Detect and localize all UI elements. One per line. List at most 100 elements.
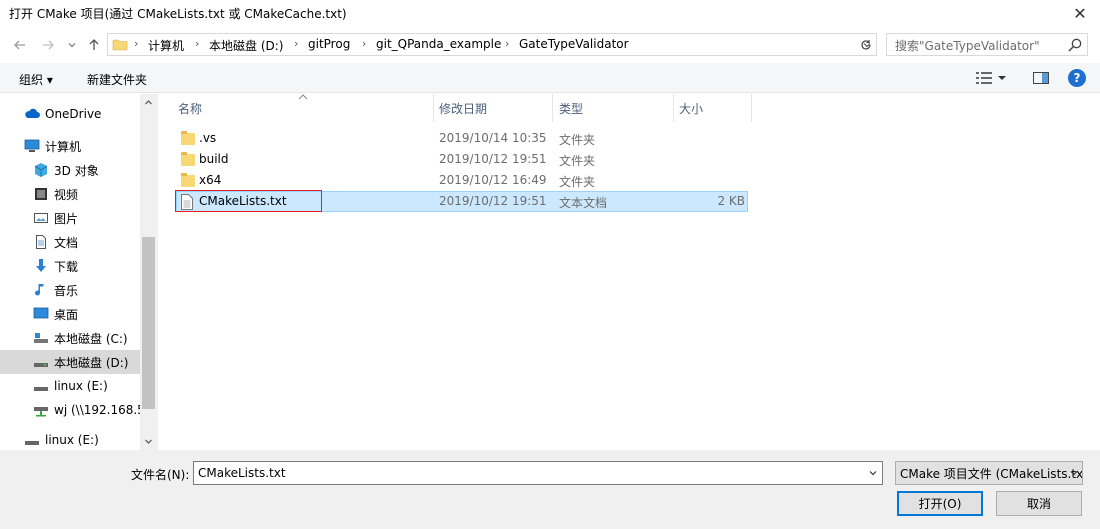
breadcrumb-separator[interactable]: ›	[362, 37, 366, 50]
refresh-button[interactable]	[856, 33, 877, 56]
file-row-x64[interactable]: x64 2019/10/12 16:49 文件夹	[176, 170, 748, 191]
nav-item-label: 3D 对象	[54, 163, 99, 178]
nav-item-music[interactable]: 音乐	[0, 278, 140, 302]
up-button[interactable]	[84, 30, 104, 60]
breadcrumb-gitprog[interactable]: gitProg	[308, 37, 350, 51]
nav-item-drive-c[interactable]: 本地磁盘 (C:)	[0, 326, 140, 350]
nav-item-label: 图片	[54, 211, 79, 226]
breadcrumb-separator[interactable]: ›	[505, 37, 509, 50]
filetype-select[interactable]: CMake 项目文件 (CMakeLists.txt)	[895, 461, 1083, 485]
breadcrumb-separator[interactable]: ›	[134, 37, 138, 50]
nav-item-linux-e[interactable]: linux (E:)	[0, 374, 140, 398]
file-list: 名称 修改日期 类型 大小 .vs 2019/10/14 10:35 文件夹 b…	[159, 94, 1100, 450]
cancel-button[interactable]: 取消	[996, 491, 1082, 516]
nav-item-downloads[interactable]: 下载	[0, 254, 140, 278]
close-button[interactable]: ✕	[1060, 0, 1100, 26]
window-title: 打开 CMake 项目(通过 CMakeLists.txt 或 CMakeCac…	[9, 7, 347, 21]
column-header-date[interactable]: 修改日期	[434, 94, 553, 122]
document-icon	[36, 235, 46, 249]
network-drive-icon	[34, 407, 48, 417]
arrow-left-icon	[14, 40, 25, 50]
breadcrumb-drive-d[interactable]: 本地磁盘 (D:)	[209, 37, 283, 54]
nav-item-label: 计算机	[45, 139, 82, 154]
music-icon	[35, 284, 44, 296]
filename-dropdown-button[interactable]	[864, 462, 882, 484]
arrow-up-icon	[89, 39, 99, 50]
nav-item-desktop[interactable]: 桌面	[0, 302, 140, 326]
column-header-type[interactable]: 类型	[553, 94, 674, 122]
nav-item-label: 文档	[54, 235, 79, 250]
nav-item-drive-d[interactable]: 本地磁盘 (D:)	[0, 350, 140, 374]
organize-menu-button[interactable]: 组织 ▾	[19, 71, 53, 88]
chevron-down-icon	[869, 471, 877, 476]
new-folder-button[interactable]: 新建文件夹	[87, 71, 147, 88]
breadcrumb-separator[interactable]: ›	[294, 37, 298, 50]
address-bar[interactable]: › 计算机 › 本地磁盘 (D:) › gitProg › git_QPanda…	[107, 33, 877, 56]
command-bar: 组织 ▾ 新建文件夹 ?	[0, 63, 1100, 93]
breadcrumb-gatetypevalidator[interactable]: GateTypeValidator	[519, 37, 629, 51]
chevron-down-icon	[1070, 471, 1078, 476]
help-icon[interactable]: ?	[1068, 69, 1086, 87]
scroll-down-button[interactable]	[140, 433, 157, 450]
file-date: 2019/10/14 10:35	[439, 131, 547, 145]
nav-item-pictures[interactable]: 图片	[0, 206, 140, 230]
recent-locations-button[interactable]	[62, 30, 82, 60]
picture-icon	[34, 213, 48, 223]
nav-item-label: 桌面	[54, 307, 79, 322]
file-name: .vs	[199, 131, 217, 145]
file-size: 2 KB	[717, 194, 745, 208]
nav-item-label: OneDrive	[45, 107, 102, 121]
forward-button[interactable]	[38, 30, 58, 60]
nav-item-3d-objects[interactable]: 3D 对象	[0, 158, 140, 182]
nav-item-label: 视频	[54, 187, 79, 202]
nav-item-label: 本地磁盘 (C:)	[54, 331, 128, 346]
breadcrumb-separator[interactable]: ›	[195, 37, 199, 50]
breadcrumb-git-qpanda-example[interactable]: git_QPanda_example	[376, 37, 501, 51]
search-input[interactable]: 搜索"GateTypeValidator"	[886, 33, 1088, 56]
search-placeholder: 搜索"GateTypeValidator"	[895, 39, 1040, 53]
file-date: 2019/10/12 16:49	[439, 173, 547, 187]
drive-icon	[34, 387, 48, 391]
cube-icon	[34, 163, 48, 177]
chevron-down-icon	[68, 43, 76, 48]
breadcrumb-computer[interactable]: 计算机	[148, 37, 184, 54]
chevron-up-icon	[145, 100, 152, 105]
dialog-footer: 文件名(N): CMake 项目文件 (CMakeLists.txt) 打开(O…	[0, 450, 1100, 529]
nav-scrollbar[interactable]	[140, 94, 157, 450]
column-header-size[interactable]: 大小	[674, 94, 752, 122]
nav-item-documents[interactable]: 文档	[0, 230, 140, 254]
change-view-button[interactable]	[976, 69, 1016, 87]
filetype-value: CMake 项目文件 (CMakeLists.txt)	[900, 467, 1083, 481]
arrow-right-icon	[43, 40, 54, 50]
filename-label: 文件名(N):	[131, 468, 190, 482]
file-date: 2019/10/12 19:51	[439, 152, 547, 166]
file-row-build[interactable]: build 2019/10/12 19:51 文件夹	[176, 149, 748, 170]
scroll-thumb[interactable]	[142, 237, 155, 409]
nav-item-network-wj[interactable]: wj (\\192.168.5	[0, 398, 145, 422]
nav-item-videos[interactable]: 视频	[0, 182, 140, 206]
filetype-dropdown-button[interactable]	[1066, 462, 1082, 484]
file-row-vs[interactable]: .vs 2019/10/14 10:35 文件夹	[176, 128, 748, 149]
chevron-down-icon	[145, 439, 152, 444]
column-header-name[interactable]: 名称	[159, 94, 434, 122]
video-icon	[35, 188, 47, 200]
nav-item-linux-e-root[interactable]: linux (E:)	[0, 430, 140, 450]
preview-pane-icon[interactable]	[1032, 69, 1050, 87]
nav-item-computer[interactable]: 计算机	[0, 134, 140, 158]
file-row-cmakelists[interactable]: CMakeLists.txt 2019/10/12 19:51 文本文档 2 K…	[176, 191, 748, 212]
folder-icon	[112, 39, 128, 51]
refresh-icon	[861, 39, 871, 50]
nav-item-label: wj (\\192.168.5	[54, 403, 145, 417]
search-icon[interactable]	[1067, 37, 1083, 53]
download-icon	[36, 259, 46, 272]
file-name: build	[199, 152, 229, 166]
open-button[interactable]: 打开(O)	[897, 491, 983, 516]
back-button[interactable]	[10, 30, 30, 60]
drive-icon	[34, 333, 48, 343]
drive-icon	[25, 441, 39, 445]
filename-input[interactable]	[193, 461, 883, 485]
file-type: 文本文档	[559, 196, 608, 210]
scroll-up-button[interactable]	[140, 94, 157, 111]
file-type: 文件夹	[559, 175, 596, 189]
nav-item-onedrive[interactable]: OneDrive	[0, 102, 140, 126]
